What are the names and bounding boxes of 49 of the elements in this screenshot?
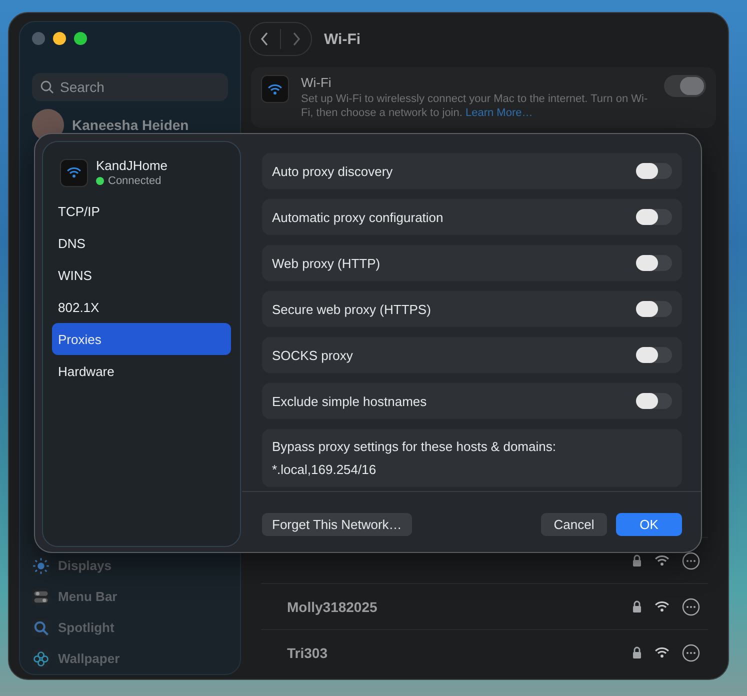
more-options-icon[interactable] <box>682 552 700 570</box>
toggle-switch[interactable] <box>636 347 672 363</box>
setting-label: Auto proxy discovery <box>272 164 393 178</box>
bypass-hosts-field[interactable]: *.local,169.254/16 <box>272 462 672 477</box>
network-name: KandJHome <box>96 158 168 173</box>
sidebar-tab[interactable]: 802.1X <box>52 291 231 323</box>
toggle-switch[interactable] <box>636 209 672 225</box>
account-name[interactable]: Kaneesha Heiden <box>72 117 189 133</box>
setting-label: Automatic proxy configuration <box>272 210 444 224</box>
sidebar-tab[interactable]: TCP/IP <box>52 195 231 227</box>
toggle-switch[interactable] <box>636 393 672 409</box>
magnifier-icon <box>32 618 50 636</box>
toggle-switch[interactable] <box>636 163 672 179</box>
setting-label: SOCKS proxy <box>272 348 353 362</box>
bypass-label: Bypass proxy settings for these hosts & domains: <box>272 439 557 454</box>
wifi-icon <box>60 158 88 186</box>
flower-icon <box>32 650 50 668</box>
back-chevron-icon[interactable] <box>260 31 270 47</box>
sidebar-tab[interactable]: WINS <box>52 259 231 291</box>
more-options-icon[interactable] <box>682 644 700 662</box>
sidebar-tab[interactable]: Proxies <box>52 323 231 355</box>
wifi-description: Set up Wi-Fi to wirelessly connect your Mac to the internet. Turn on Wi-Fi, then choose a network to join. Learn More… <box>301 92 649 120</box>
ok-button[interactable]: OK <box>616 513 682 536</box>
connection-status: Connected <box>108 175 162 187</box>
setting-label: Exclude simple hostnames <box>272 394 427 408</box>
toggle-switch[interactable] <box>636 301 672 317</box>
more-options-icon[interactable] <box>682 598 700 616</box>
cancel-button[interactable]: Cancel <box>541 513 607 536</box>
minimize-button[interactable] <box>53 32 66 45</box>
wifi-signal-icon <box>654 646 670 659</box>
window-title: Wi-Fi <box>324 30 361 48</box>
sidebar-tab[interactable]: DNS <box>52 227 231 259</box>
setting-label: Web proxy (HTTP) <box>272 256 380 270</box>
search-field[interactable]: Search <box>32 73 228 101</box>
wifi-toggle[interactable] <box>664 75 706 97</box>
sun-icon <box>32 556 50 574</box>
sidebar-tab[interactable]: Hardware <box>52 355 231 387</box>
toggles-icon <box>32 588 50 606</box>
network-name[interactable]: Molly3182025 <box>287 598 378 614</box>
wifi-title: Wi-Fi <box>301 75 332 90</box>
wifi-icon <box>261 75 289 103</box>
forward-chevron-icon[interactable] <box>291 31 301 47</box>
zoom-button[interactable] <box>74 32 87 45</box>
wifi-signal-icon <box>654 600 670 613</box>
wifi-signal-icon <box>654 554 670 567</box>
toggle-switch[interactable] <box>636 255 672 271</box>
setting-label: Secure web proxy (HTTPS) <box>272 302 431 316</box>
network-name[interactable]: Tri303 <box>287 644 328 660</box>
forget-network-button[interactable]: Forget This Network… <box>262 513 412 536</box>
